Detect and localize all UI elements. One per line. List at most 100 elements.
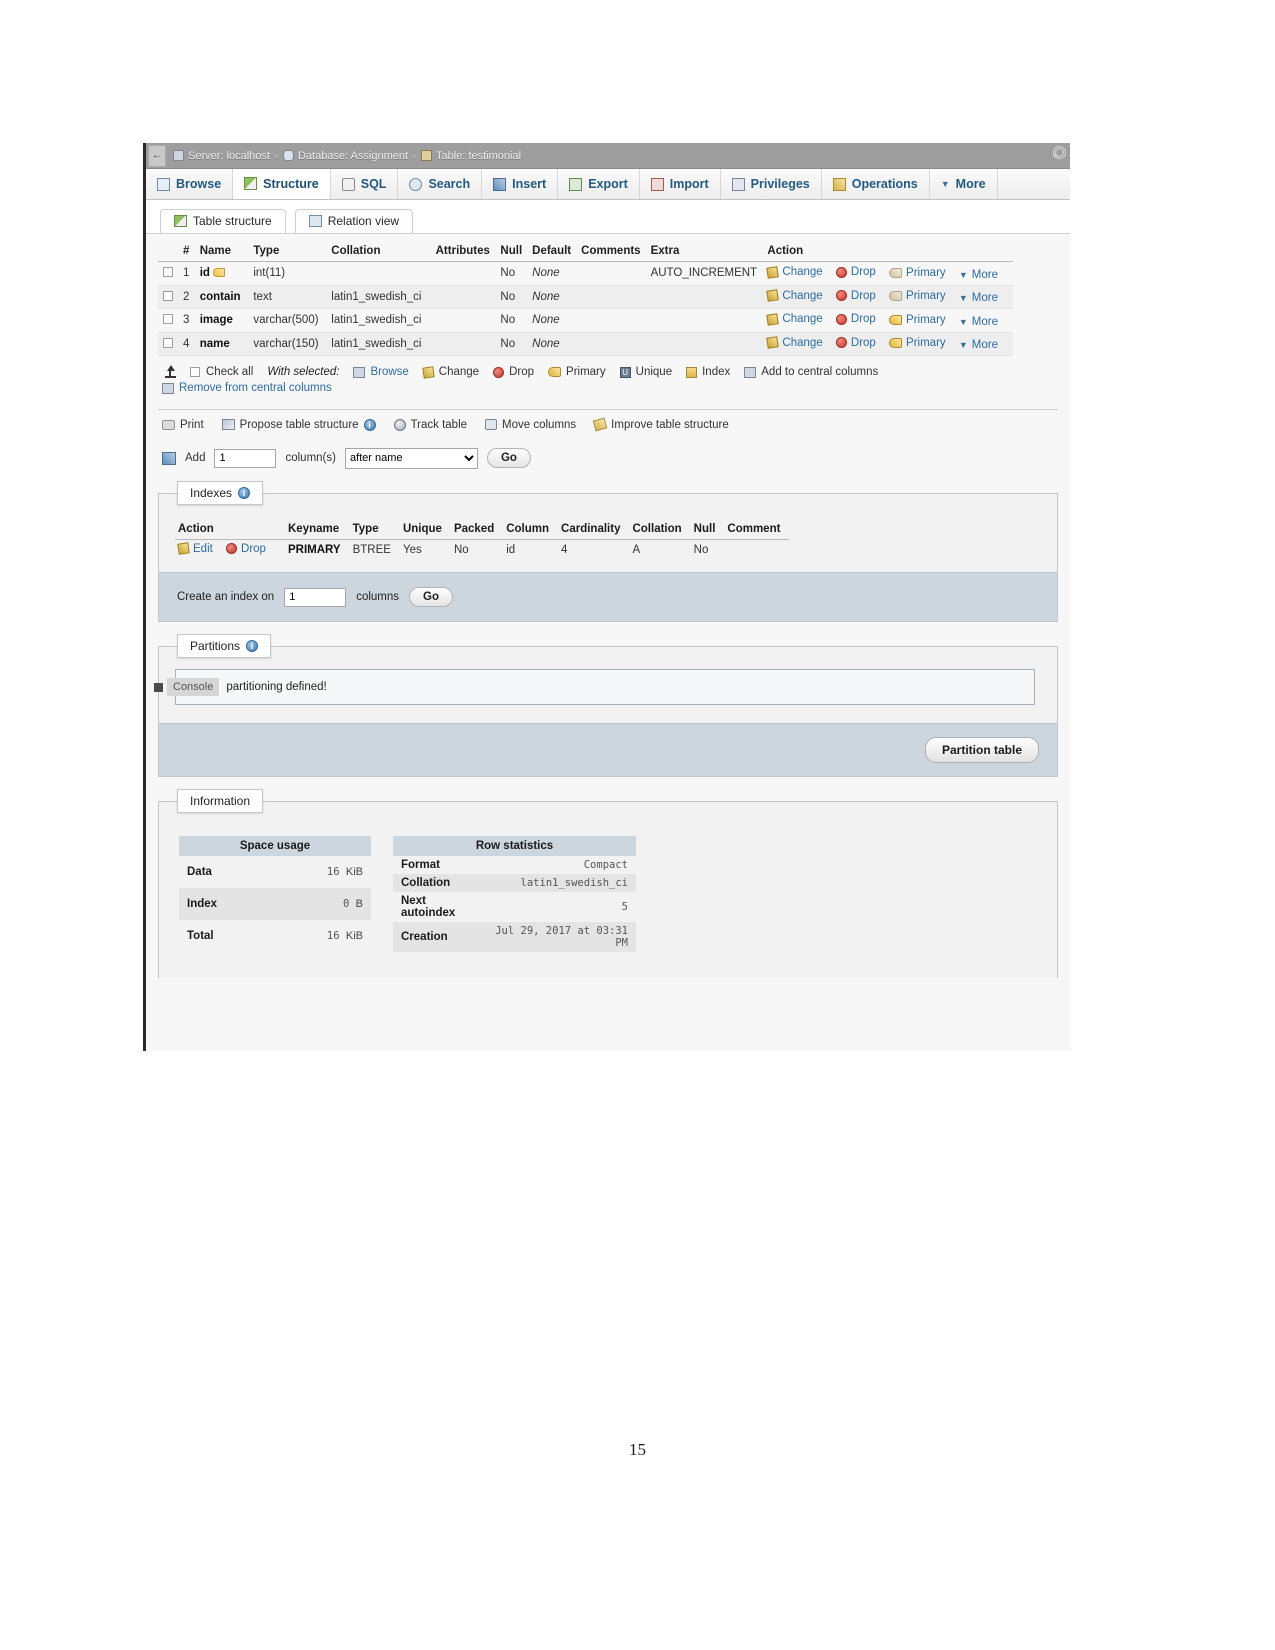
index-edit-label[interactable]: Edit (193, 543, 213, 555)
action-change[interactable]: Change (766, 265, 823, 279)
tab-export[interactable]: Export (558, 169, 640, 199)
indexes-body: Action Keyname Type Unique Packed Column… (159, 494, 1057, 573)
action-primary-label[interactable]: Primary (906, 314, 946, 326)
check-all-checkbox[interactable] (190, 367, 200, 377)
row-checkbox[interactable] (163, 267, 173, 278)
row-checkbox[interactable] (163, 314, 173, 325)
propose-table-structure-link[interactable]: Propose table structure i (221, 418, 376, 431)
breadcrumb-database[interactable]: Database: Assignment (298, 150, 408, 162)
tab-more[interactable]: ▼ More (930, 169, 998, 199)
tab-more-label: More (955, 177, 986, 191)
add-column-count-input[interactable] (214, 448, 277, 468)
bulk-primary[interactable]: Primary (548, 366, 606, 378)
remove-from-central-columns[interactable]: Remove from central columns (162, 382, 332, 394)
bulk-browse[interactable]: Browse (353, 366, 409, 378)
column-name: image (199, 314, 233, 327)
partition-table-button[interactable]: Partition table (924, 737, 1039, 763)
tab-insert[interactable]: Insert (482, 169, 559, 199)
subtab-relation-view[interactable]: Relation view (294, 209, 414, 233)
help-icon[interactable]: i (246, 640, 259, 652)
console-bar[interactable]: Console partitioning defined! (154, 669, 1035, 705)
action-change-label[interactable]: Change (782, 337, 822, 349)
space-usage-row: Data 16 KiB (179, 856, 371, 888)
action-drop[interactable]: Drop (835, 290, 876, 302)
tab-sql[interactable]: SQL (331, 169, 399, 199)
bulk-add-central[interactable]: Add to central columns (744, 366, 878, 378)
bulk-unique[interactable]: U Unique (619, 366, 672, 378)
action-primary[interactable]: Primary (889, 314, 946, 326)
tab-search[interactable]: Search (398, 169, 483, 199)
row-checkbox-cell[interactable] (158, 285, 178, 309)
action-change[interactable]: Change (766, 312, 823, 326)
action-more[interactable]: ▼ More (959, 316, 998, 328)
action-drop-label[interactable]: Drop (851, 337, 876, 349)
row-checkbox-cell[interactable] (158, 261, 178, 286)
tab-privileges[interactable]: Privileges (721, 169, 822, 199)
action-change-label[interactable]: Change (782, 266, 822, 278)
bulk-change[interactable]: Change (422, 365, 479, 379)
index-drop[interactable]: Drop (226, 543, 266, 555)
table-row[interactable]: 4 name varchar(150) latin1_swedish_ci No… (158, 332, 1013, 356)
action-drop-label[interactable]: Drop (851, 313, 876, 325)
breadcrumb-server[interactable]: Server: localhost (188, 150, 270, 162)
add-column-go-button[interactable]: Go (486, 448, 531, 468)
action-drop[interactable]: Drop (835, 266, 876, 278)
row-default: None (527, 261, 577, 286)
help-icon[interactable]: i (363, 418, 376, 431)
action-change[interactable]: Change (766, 336, 823, 349)
tab-structure[interactable]: Structure (233, 169, 331, 199)
help-icon[interactable]: i (238, 486, 251, 499)
information-legend-label: Information (190, 794, 251, 808)
row-checkbox[interactable] (163, 290, 173, 301)
action-more[interactable]: ▼ More (959, 339, 998, 351)
create-index-columns-input[interactable] (284, 587, 347, 607)
action-drop-label[interactable]: Drop (851, 266, 876, 278)
drop-icon (226, 543, 238, 554)
row-checkbox[interactable] (163, 337, 173, 348)
tab-import[interactable]: Import (640, 169, 721, 199)
row-statistics-value: 5 (621, 901, 628, 913)
improve-table-structure-link[interactable]: Improve table structure (592, 417, 729, 432)
check-all-control[interactable]: Check all (190, 366, 253, 378)
bulk-drop[interactable]: Drop (493, 366, 534, 378)
action-primary[interactable]: Primary (889, 267, 946, 279)
track-table-link[interactable]: Track table (393, 418, 467, 431)
back-button[interactable]: ← (148, 144, 166, 167)
action-primary-label[interactable]: Primary (906, 290, 946, 302)
action-more[interactable]: ▼ More (959, 269, 998, 281)
table-row[interactable]: 3 image varchar(500) latin1_swedish_ci N… (158, 308, 1013, 333)
action-change-label[interactable]: Change (782, 313, 822, 325)
index-drop-label[interactable]: Drop (241, 543, 266, 555)
action-more-label[interactable]: More (972, 316, 998, 328)
action-drop-label[interactable]: Drop (851, 290, 876, 302)
action-primary-label[interactable]: Primary (906, 267, 946, 279)
console-tag-label[interactable]: Console (167, 678, 220, 696)
create-index-go-button[interactable]: Go (409, 587, 453, 607)
action-more-label[interactable]: More (972, 292, 998, 304)
action-more-label[interactable]: More (972, 339, 998, 351)
action-primary-label[interactable]: Primary (906, 337, 946, 349)
table-row[interactable]: 1 id int(11) No None AUTO_INCREMENT Chan… (158, 261, 1013, 286)
tab-browse[interactable]: Browse (146, 169, 234, 199)
action-more-label[interactable]: More (972, 269, 998, 281)
action-primary[interactable]: Primary (889, 290, 946, 302)
bulk-index[interactable]: Index (686, 366, 730, 378)
print-link[interactable]: Print (162, 419, 204, 431)
index-edit[interactable]: Edit (177, 542, 213, 555)
select-all-arrow-icon[interactable] (162, 365, 176, 379)
action-change[interactable]: Change (766, 289, 823, 302)
table-row[interactable]: 2 contain text latin1_swedish_ci No None… (158, 285, 1013, 309)
action-primary[interactable]: Primary (889, 337, 946, 349)
add-column-position-select[interactable]: after name (344, 447, 478, 469)
row-checkbox-cell[interactable] (158, 332, 178, 356)
action-drop[interactable]: Drop (835, 337, 876, 349)
action-more[interactable]: ▼ More (959, 292, 998, 304)
row-checkbox-cell[interactable] (158, 308, 178, 333)
action-drop[interactable]: Drop (835, 313, 876, 325)
index-actions: Edit Drop (175, 539, 285, 560)
action-change-label[interactable]: Change (782, 290, 822, 302)
subtab-table-structure[interactable]: Table structure (160, 209, 286, 233)
tab-operations[interactable]: Operations (822, 169, 930, 199)
breadcrumb-table[interactable]: Table: testimonial (436, 150, 521, 162)
move-columns-link[interactable]: Move columns (485, 419, 576, 431)
